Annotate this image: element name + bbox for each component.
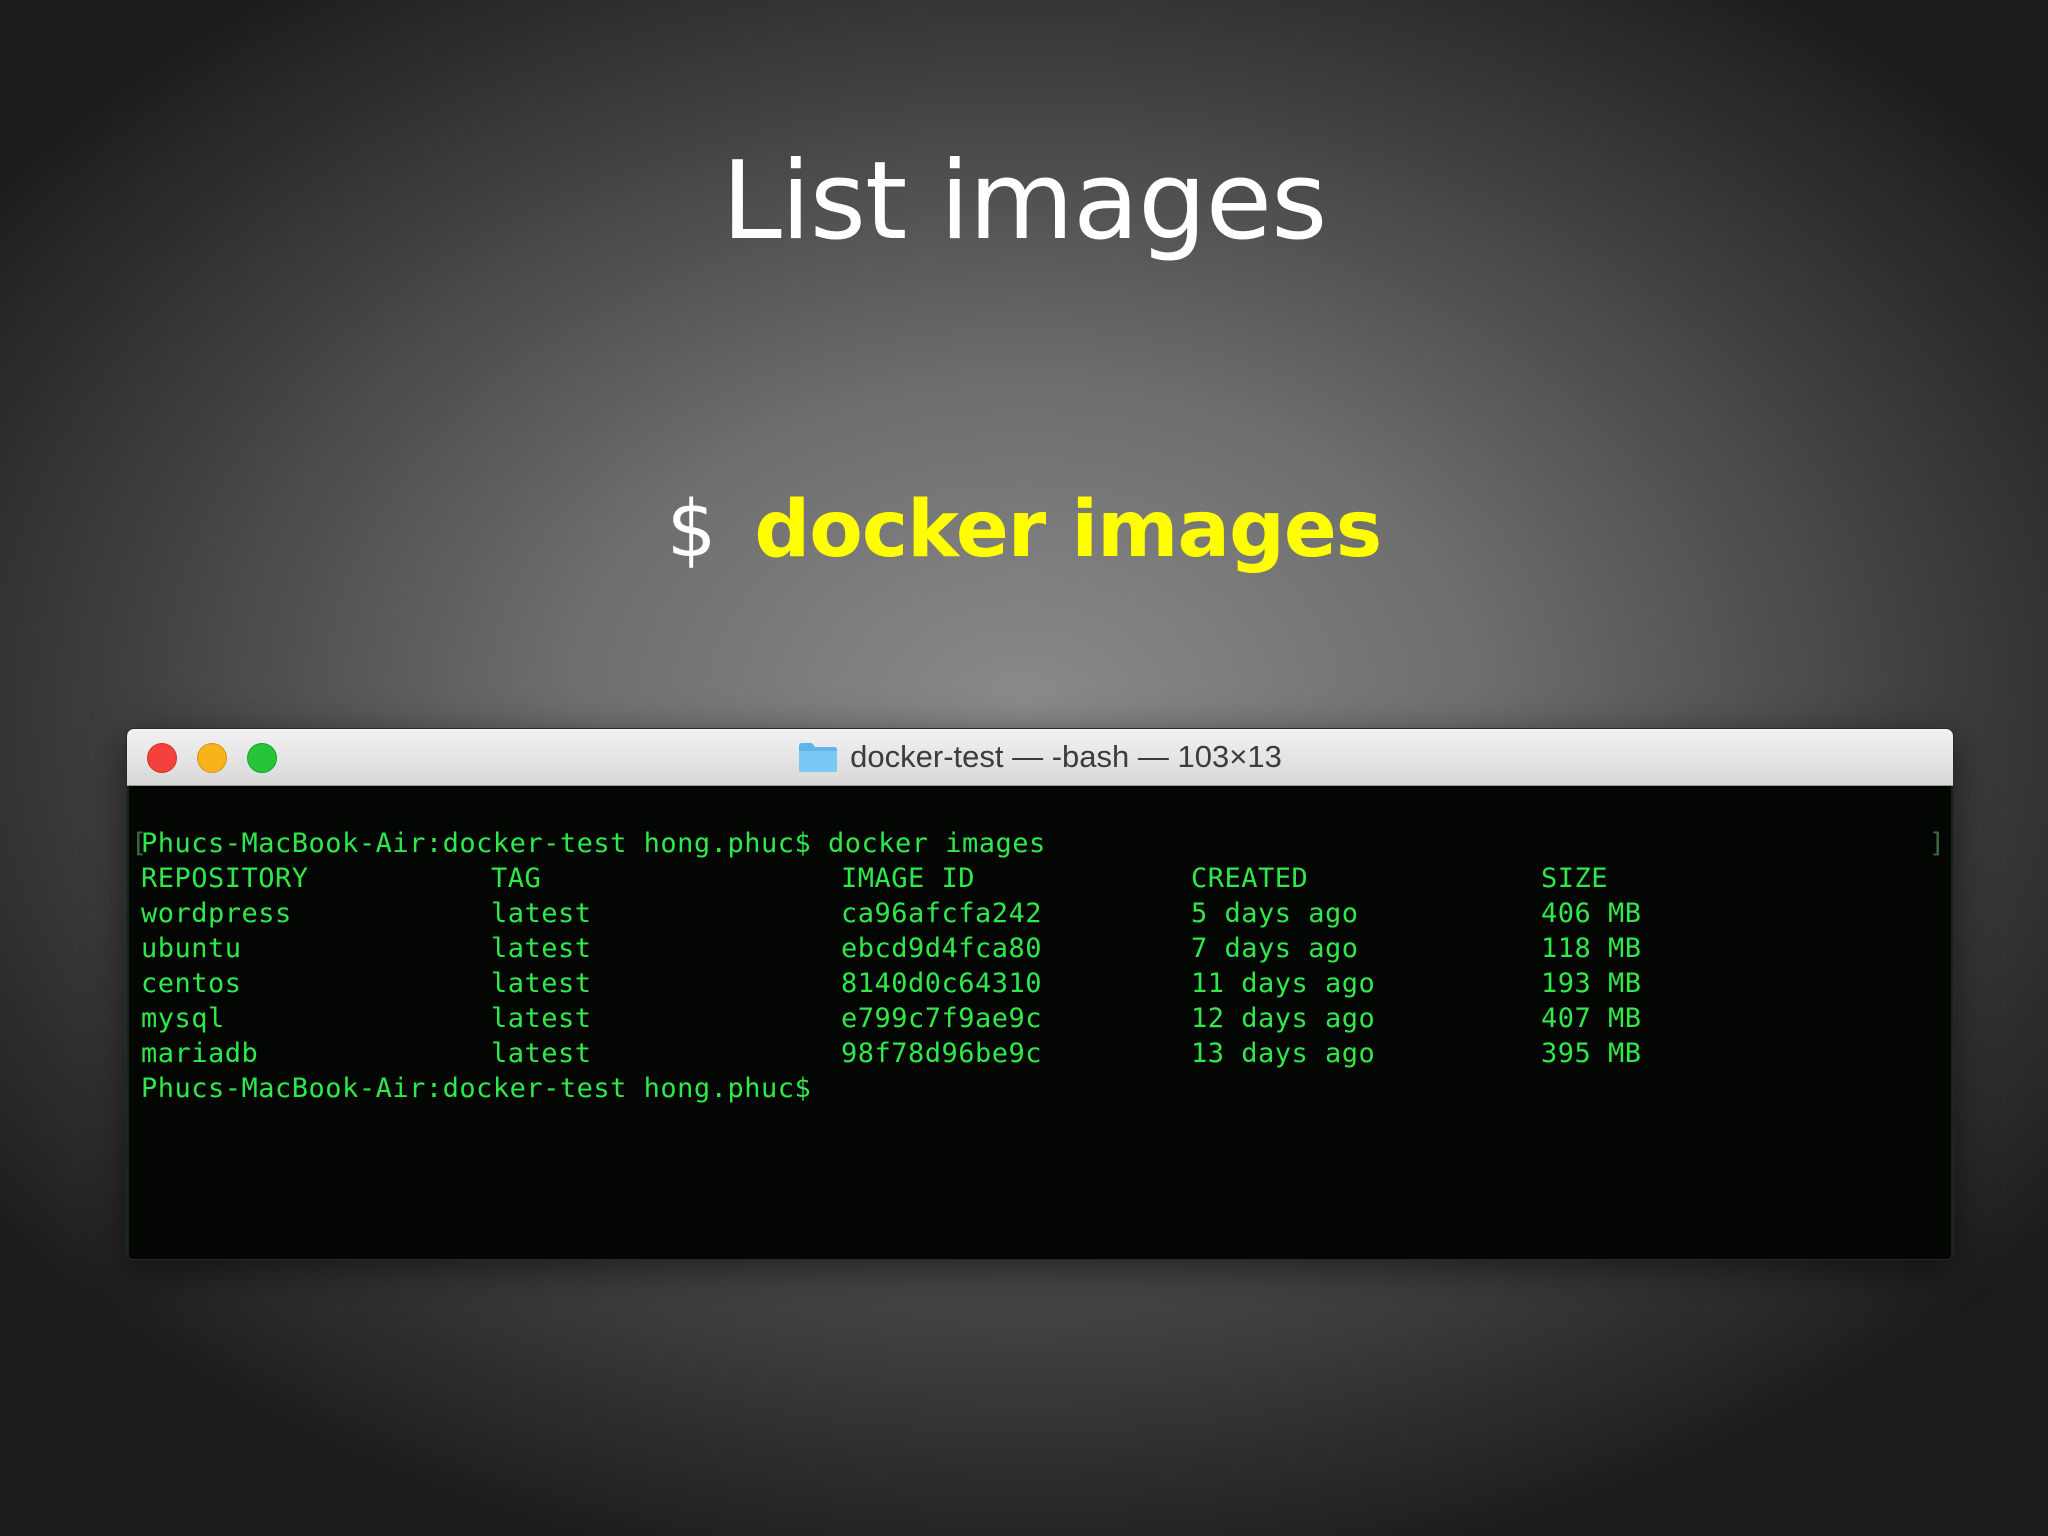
- cell-size: 407 MB: [1541, 1003, 1642, 1034]
- cell-image-id: 98f78d96be9c: [841, 1038, 1043, 1069]
- header-created: CREATED: [1191, 863, 1309, 894]
- window-title: docker-test — -bash — 103×13: [850, 739, 1282, 774]
- cell-created: 13 days ago: [1191, 1038, 1376, 1069]
- cell-tag: latest: [491, 1003, 592, 1034]
- cell-image-id: ca96afcfa242: [841, 898, 1043, 929]
- terminal-output[interactable]: [ ] Phucs-MacBook-Air:docker-test hong.p…: [127, 786, 1953, 1259]
- cell-created: 11 days ago: [1191, 968, 1376, 999]
- cell-tag: latest: [491, 933, 592, 964]
- terminal-window[interactable]: docker-test — -bash — 103×13 [ ] Phucs-M…: [126, 728, 1954, 1260]
- command-input-line: Phucs-MacBook-Air:docker-test hong.phuc$…: [141, 828, 1046, 859]
- header-tag: TAG: [491, 863, 542, 894]
- bracket-right: ]: [1928, 828, 1945, 859]
- cell-image-id: e799c7f9ae9c: [841, 1003, 1043, 1034]
- slide-title: List images: [721, 139, 1328, 264]
- cell-image-id: 8140d0c64310: [841, 968, 1043, 999]
- cell-repository: mariadb: [141, 1038, 259, 1069]
- cell-tag: latest: [491, 968, 592, 999]
- final-prompt-line[interactable]: Phucs-MacBook-Air:docker-test hong.phuc$: [141, 1071, 811, 1106]
- cell-size: 193 MB: [1541, 968, 1642, 999]
- cell-tag: latest: [491, 1038, 592, 1069]
- cell-size: 395 MB: [1541, 1038, 1642, 1069]
- cell-tag: latest: [491, 898, 592, 929]
- cell-repository: wordpress: [141, 898, 292, 929]
- header-repository: REPOSITORY: [141, 863, 309, 894]
- cell-image-id: ebcd9d4fca80: [841, 933, 1043, 964]
- cell-repository: mysql: [141, 1003, 225, 1034]
- header-size: SIZE: [1541, 863, 1609, 894]
- cell-created: 7 days ago: [1191, 933, 1359, 964]
- cell-created: 5 days ago: [1191, 898, 1359, 929]
- cell-size: 406 MB: [1541, 898, 1642, 929]
- cell-repository: centos: [141, 968, 242, 999]
- terminal-titlebar[interactable]: docker-test — -bash — 103×13: [127, 729, 1953, 786]
- header-image-id: IMAGE ID: [841, 863, 976, 894]
- command-example: $ docker images: [0, 470, 2048, 590]
- window-title-group: docker-test — -bash — 103×13: [127, 729, 1953, 785]
- command-text: docker images: [754, 485, 1382, 575]
- folder-icon: [799, 743, 838, 772]
- cell-repository: ubuntu: [141, 933, 242, 964]
- cell-size: 118 MB: [1541, 933, 1642, 964]
- cell-created: 12 days ago: [1191, 1003, 1376, 1034]
- prompt-symbol: $: [666, 485, 717, 575]
